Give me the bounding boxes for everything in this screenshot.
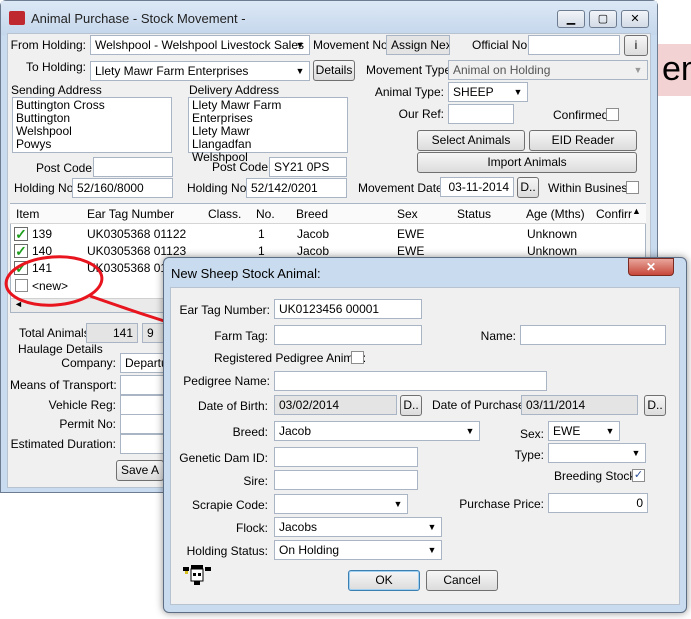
flock-value: Jacobs [279, 520, 318, 534]
scrapie-code-select[interactable]: ▼ [274, 494, 408, 514]
breed-label: Breed: [232, 425, 268, 439]
holding-status-select[interactable]: On Holding ▼ [274, 540, 442, 560]
ear-tag-label: Ear Tag Number: [179, 303, 271, 317]
name-label: Name: [480, 329, 516, 343]
chevron-down-icon: ▼ [427, 545, 437, 555]
sex-label: Sex: [519, 427, 544, 441]
type-select[interactable]: ▼ [548, 443, 646, 463]
ok-button[interactable]: OK [348, 570, 420, 591]
registered-pedigree-checkbox[interactable] [351, 351, 364, 364]
chevron-down-icon: ▼ [427, 522, 437, 532]
name-input[interactable] [520, 325, 666, 345]
holding-status-value: On Holding [279, 543, 340, 557]
holding-status-label: Holding Status: [186, 544, 268, 558]
flock-label: Flock: [235, 521, 268, 535]
genetic-dam-input[interactable] [274, 447, 418, 467]
purchase-price-input[interactable]: 0 [548, 493, 648, 513]
close-icon: ✕ [645, 260, 657, 274]
chevron-down-icon: ▼ [631, 448, 641, 458]
scrapie-code-label: Scrapie Code: [191, 498, 268, 512]
sex-select[interactable]: EWE ▼ [548, 421, 620, 441]
ear-tag-input[interactable]: UK0123456 00001 [274, 299, 422, 319]
sire-input[interactable] [274, 470, 418, 490]
dialog-title: New Sheep Stock Animal: [171, 266, 321, 281]
dop-picker-button[interactable]: D.. [644, 395, 666, 416]
farm-tag-label: Farm Tag: [214, 329, 268, 343]
sheep-icon [183, 565, 211, 585]
breed-value: Jacob [279, 424, 312, 438]
dob-label: Date of Birth: [197, 399, 268, 413]
chevron-down-icon: ▼ [393, 499, 403, 509]
pedigree-name-label: Pedigree Name: [183, 374, 270, 388]
purchase-price-label: Purchase Price: [459, 497, 544, 511]
dialog-close-button[interactable]: ✕ [628, 258, 674, 276]
dop-label: Date of Purchase: [432, 398, 529, 412]
registered-pedigree-label: Registered Pedigree Animal: [214, 351, 367, 365]
breeding-stock-checkbox[interactable]: ✓ [632, 469, 645, 482]
genetic-dam-label: Genetic Dam ID: [179, 451, 268, 465]
breeding-stock-label: Breeding Stock: [554, 469, 639, 483]
dob-picker-button[interactable]: D.. [400, 395, 422, 416]
dop-input[interactable]: 03/11/2014 [521, 395, 638, 415]
cancel-button[interactable]: Cancel [426, 570, 498, 591]
sire-label: Sire: [243, 474, 268, 488]
type-label: Type: [514, 448, 544, 462]
sex-value: EWE [553, 424, 581, 438]
breed-select[interactable]: Jacob ▼ [274, 421, 480, 441]
annotation-ellipse [4, 255, 104, 307]
farm-tag-input[interactable] [274, 325, 422, 345]
pedigree-name-input[interactable] [274, 371, 547, 391]
dob-input[interactable]: 03/02/2014 [274, 395, 397, 415]
chevron-down-icon: ▼ [465, 426, 475, 436]
flock-select[interactable]: Jacobs ▼ [274, 517, 442, 537]
chevron-down-icon: ▼ [605, 426, 615, 436]
